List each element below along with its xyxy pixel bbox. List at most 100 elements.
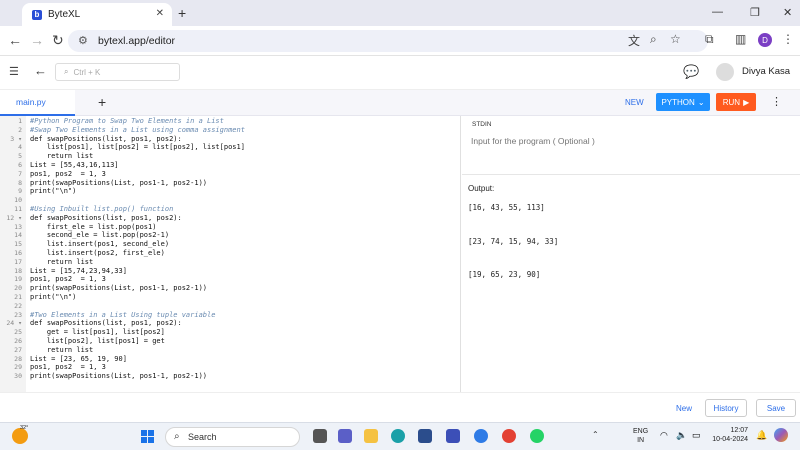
code-line[interactable]: #Swap Two Elements in a List using comma… xyxy=(30,126,245,135)
more-options-icon[interactable]: ⋮ xyxy=(771,95,782,108)
editor-footer: New History Save xyxy=(0,392,800,422)
translate-icon[interactable]: 文 xyxy=(628,32,640,49)
code-line[interactable]: List = [23, 65, 19, 90] xyxy=(30,355,127,364)
language-indicator[interactable]: ENG IN xyxy=(633,427,648,445)
stdin-input[interactable] xyxy=(471,134,781,148)
bookmark-star-icon[interactable]: ☆ xyxy=(670,32,681,46)
code-line[interactable]: def swapPositions(list, pos1, pos2): xyxy=(30,319,182,328)
browser-profile-avatar[interactable]: D xyxy=(758,33,772,47)
code-line[interactable]: first_ele = list.pop(pos1) xyxy=(30,223,157,232)
code-line[interactable]: #Two Elements in a List Using tuple vari… xyxy=(30,311,215,320)
code-line[interactable]: get = list[pos1], list[pos2] xyxy=(30,328,165,337)
code-editor[interactable]: 123 ▾ 4 5 6 7 8 9 10 11 12 ▾ 13 14 15 16 17 18 19 20 21 22 2… xyxy=(0,116,461,392)
code-line[interactable]: pos1, pos2 = 1, 3 xyxy=(30,275,106,284)
close-tab-icon[interactable]: ✕ xyxy=(156,8,164,19)
line-number: 19 xyxy=(14,275,22,284)
code-line[interactable]: list.insert(pos2, first_ele) xyxy=(30,249,165,258)
notification-bell-icon[interactable]: 🔔 xyxy=(756,430,767,441)
menu-list-icon[interactable]: ☰ xyxy=(9,65,19,78)
code-line[interactable]: return list xyxy=(30,346,93,355)
minimize-icon[interactable]: — xyxy=(712,6,723,18)
app-icon[interactable] xyxy=(474,429,488,443)
task-view-icon[interactable] xyxy=(313,429,327,443)
back-arrow-icon[interactable]: ← xyxy=(34,63,47,78)
store-icon[interactable] xyxy=(418,429,432,443)
copilot-icon[interactable] xyxy=(774,428,788,442)
line-number: 6 xyxy=(18,161,22,169)
forward-icon[interactable]: → xyxy=(30,32,44,48)
line-number: 25 xyxy=(14,328,22,337)
code-line[interactable]: print(swapPositions(List, pos1-1, pos2-1… xyxy=(30,179,207,188)
language-label: PYTHON xyxy=(661,97,695,107)
file-explorer-icon[interactable] xyxy=(364,429,378,443)
user-avatar[interactable] xyxy=(716,63,734,81)
code-line[interactable]: print("\n") xyxy=(30,293,76,302)
browser-menu-icon[interactable]: ⋮ xyxy=(782,32,794,46)
new-button[interactable]: NEW xyxy=(625,98,644,107)
language-select[interactable]: PYTHON ⌄ xyxy=(656,93,710,111)
code-line[interactable]: pos1, pos2 = 1, 3 xyxy=(30,170,106,179)
site-settings-icon[interactable]: ⚙ xyxy=(78,34,88,47)
app-icon[interactable] xyxy=(446,429,460,443)
new-tab-icon[interactable]: + xyxy=(178,5,186,21)
url-field[interactable]: ⚙ bytexl.app/editor xyxy=(68,30,708,52)
teams-icon[interactable] xyxy=(338,429,352,443)
code-line[interactable]: #Python Program to Swap Two Elements in … xyxy=(30,117,224,126)
history-button[interactable]: History xyxy=(705,399,747,417)
tab-main-py[interactable]: main.py xyxy=(0,90,75,116)
search-input[interactable]: ⌕ Ctrl + K xyxy=(55,63,180,81)
new-button-footer[interactable]: New xyxy=(676,404,692,413)
windows-start-icon[interactable] xyxy=(141,430,154,443)
temperature: 32° xyxy=(20,425,29,431)
wifi-icon[interactable]: ◠ xyxy=(660,430,668,441)
code-line[interactable]: #Using Inbuilt list.pop() function xyxy=(30,205,173,214)
code-line[interactable]: print("\n") xyxy=(30,187,76,196)
code-line[interactable]: def swapPositions(list, pos1, pos2): xyxy=(30,214,182,223)
line-number: 16 xyxy=(14,249,22,257)
line-number: 30 xyxy=(14,372,22,381)
volume-icon[interactable]: 🔈 xyxy=(676,430,687,441)
code-line[interactable]: List = [55,43,16,113] xyxy=(30,161,119,170)
whatsapp-icon[interactable] xyxy=(530,429,544,443)
taskbar-search[interactable]: ⌕ Search xyxy=(165,427,300,447)
code-line[interactable]: list[pos1], list[pos2] = list[pos2], lis… xyxy=(30,143,245,152)
code-line[interactable]: list.insert(pos1, second_ele) xyxy=(30,240,169,249)
extensions-icon[interactable]: ⧉ xyxy=(705,32,714,47)
output-label: Output: xyxy=(468,184,495,193)
line-number: 17 xyxy=(14,257,22,266)
restore-icon[interactable]: ❐ xyxy=(750,6,760,19)
chevron-down-icon: ⌄ xyxy=(697,97,705,107)
close-window-icon[interactable]: ✕ xyxy=(783,6,792,19)
code-line[interactable]: return list xyxy=(30,258,93,267)
time: 12:07 xyxy=(730,427,748,434)
code-line[interactable]: List = [15,74,23,94,33] xyxy=(30,267,127,276)
code-line[interactable]: def swapPositions(list, pos1, pos2): xyxy=(30,135,182,144)
sidebar-icon[interactable]: ▥ xyxy=(735,32,746,46)
edge-icon[interactable] xyxy=(391,429,405,443)
code-line[interactable]: second_ele = list.pop(pos2-1) xyxy=(30,231,169,240)
run-button[interactable]: RUN ▶ xyxy=(716,93,756,111)
code-line[interactable]: print(swapPositions(List, pos1-1, pos2-1… xyxy=(30,284,207,293)
code-line[interactable]: list[pos2], list[pos1] = get xyxy=(30,337,165,346)
code-line[interactable]: return list xyxy=(30,152,93,161)
clock[interactable]: 12:07 10-04-2024 xyxy=(708,426,748,444)
chrome-icon[interactable] xyxy=(502,429,516,443)
code-line[interactable]: pos1, pos2 = 1, 3 xyxy=(30,363,106,372)
browser-tab[interactable]: b ByteXL ✕ xyxy=(22,3,172,26)
code-line[interactable]: print(swapPositions(List, pos1-1, pos2-1… xyxy=(30,372,207,381)
save-button[interactable]: Save xyxy=(756,399,796,417)
chat-icon[interactable]: 💬 xyxy=(683,64,699,80)
line-number: 21 xyxy=(14,293,22,301)
reload-icon[interactable]: ↻ xyxy=(52,32,64,49)
user-name[interactable]: Divya Kasa xyxy=(742,66,790,77)
stdin-label: STDIN xyxy=(472,121,492,128)
line-number: 26 xyxy=(14,337,22,345)
zoom-icon[interactable]: ⌕ xyxy=(650,32,657,47)
search-icon: ⌕ xyxy=(174,431,180,442)
battery-icon[interactable]: ▭ xyxy=(692,430,701,441)
tray-chevron-icon[interactable]: ⌃ xyxy=(592,430,599,439)
url-text: bytexl.app/editor xyxy=(98,35,176,47)
add-file-icon[interactable]: + xyxy=(98,94,106,110)
back-icon[interactable]: ← xyxy=(8,32,22,48)
editor-toolbar: main.py + NEW PYTHON ⌄ RUN ▶ ⋮ xyxy=(0,90,800,116)
